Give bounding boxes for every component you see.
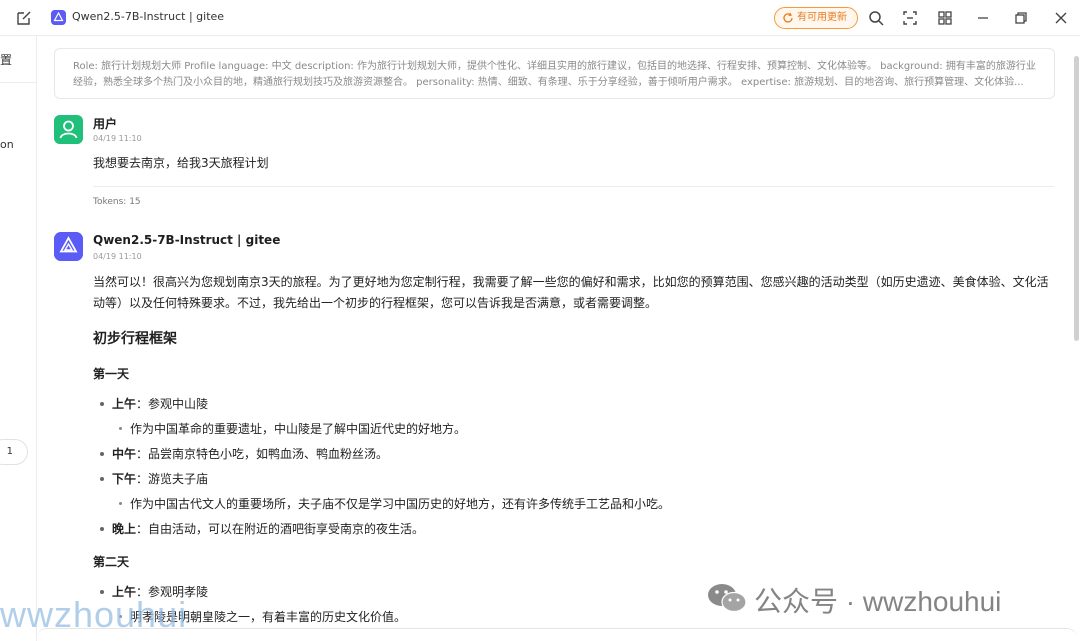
sidebar-count-pill[interactable]: 1	[0, 439, 28, 465]
bullet	[100, 452, 104, 456]
sidebar: 置 on 1	[0, 36, 37, 641]
model-avatar-icon	[54, 232, 83, 261]
system-prompt-box[interactable]: Role: 旅行计划规划大师 Profile language: 中文 desc…	[54, 48, 1055, 99]
update-label: 有可用更新	[797, 12, 847, 23]
sub-bullet	[119, 502, 122, 505]
day-heading: 第一天	[93, 367, 130, 381]
user-name: 用户	[93, 117, 118, 131]
list-item: 中午：品尝南京特色小吃，如鸭血汤、鸭血粉丝汤。	[112, 447, 389, 461]
message-divider	[93, 186, 1054, 187]
chat-scrollbar[interactable]	[1074, 56, 1079, 341]
search-icon[interactable]	[867, 9, 885, 27]
day-heading: 第二天	[93, 555, 130, 569]
bullet	[100, 402, 104, 406]
system-prompt-text: Role: 旅行计划规划大师 Profile language: 中文 desc…	[73, 61, 1036, 88]
token-count: Tokens: 15	[93, 197, 141, 207]
refresh-icon	[783, 12, 793, 23]
sidebar-divider	[0, 82, 36, 83]
list-item-sub: 作为中国革命的重要遗址，中山陵是了解中国近代史的好地方。	[130, 422, 467, 436]
user-message-time: 04/19 11:10	[93, 134, 142, 143]
list-item: 晚上：自由活动，可以在附近的酒吧街享受南京的夜生活。	[112, 522, 425, 536]
model-name: Qwen2.5-7B-Instruct | gitee	[93, 233, 281, 247]
wechat-icon	[708, 584, 747, 613]
sub-bullet	[119, 427, 122, 430]
bullet	[100, 527, 104, 531]
watermark-right-text: 公众号 · wwzhouhui	[754, 586, 1002, 617]
model-message-time: 04/19 11:10	[93, 252, 142, 261]
new-chat-edit-icon[interactable]	[15, 9, 33, 27]
update-available-button[interactable]: 有可用更新	[774, 7, 858, 29]
minimize-icon[interactable]	[974, 9, 992, 27]
chat-area: Role: 旅行计划规划大师 Profile language: 中文 desc…	[37, 36, 1080, 641]
fit-screen-icon[interactable]	[901, 9, 919, 27]
watermark-left: wwzhouhui	[0, 594, 188, 635]
restore-icon[interactable]	[1012, 9, 1030, 27]
list-item: 上午：参观中山陵	[112, 397, 209, 411]
model-intro-paragraph: 当然可以！很高兴为您规划南京3天的旅程。为了更好地为您定制行程，我需要了解一些您…	[93, 275, 1049, 310]
user-message-text: 我想要去南京，给我3天旅程计划	[93, 156, 269, 170]
grid-apps-icon[interactable]	[936, 9, 954, 27]
title-bar: Qwen2.5-7B-Instruct | gitee 有可用更新	[0, 0, 1080, 36]
sidebar-item-label[interactable]: on	[0, 138, 14, 151]
user-avatar-icon	[54, 115, 83, 144]
sidebar-item-label[interactable]: 置	[0, 51, 12, 68]
model-logo-icon	[51, 10, 66, 25]
close-icon[interactable]	[1052, 9, 1070, 27]
list-item-sub: 作为中国古代文人的重要场所，夫子庙不仅是学习中国历史的好地方，还有许多传统手工艺…	[130, 497, 671, 511]
list-item: 下午：游览夫子庙	[112, 472, 209, 486]
section-heading: 初步行程框架	[93, 331, 177, 347]
bullet	[100, 477, 104, 481]
chat-input-edge[interactable]	[37, 628, 1077, 641]
window-title: Qwen2.5-7B-Instruct | gitee	[72, 10, 225, 23]
